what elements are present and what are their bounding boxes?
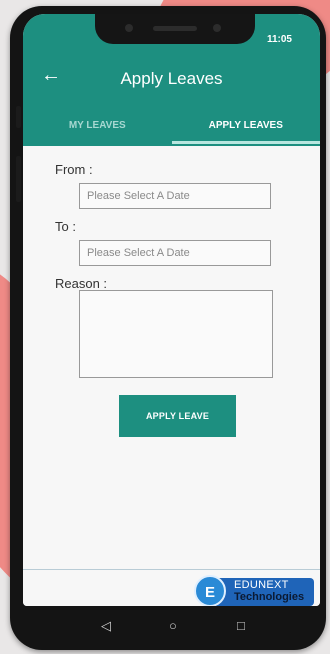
nav-home-icon[interactable]: ○ (169, 618, 177, 633)
edunext-logo-icon: E (194, 575, 226, 606)
phone-side-button (16, 106, 21, 128)
system-nav-bar: ◁ ○ □ (23, 606, 320, 650)
sensor-icon (213, 24, 221, 32)
nav-back-icon[interactable]: ◁ (101, 618, 111, 634)
reason-label: Reason : (55, 276, 108, 291)
apply-leave-form: From : To : Reason : APPLY LEAVE (23, 146, 320, 570)
brand-name: EDUNEXT (234, 579, 289, 591)
phone-screen: 11:05 ← Apply Leaves MY LEAVES APPLY LEA… (23, 14, 320, 606)
from-date-input[interactable] (79, 183, 271, 209)
apply-leave-button[interactable]: APPLY LEAVE (119, 395, 236, 437)
tab-my-leaves[interactable]: MY LEAVES (23, 108, 172, 146)
footer-bar: E EDUNEXT Technologies (23, 569, 320, 606)
from-label: From : (55, 162, 93, 177)
phone-side-button (16, 156, 21, 202)
camera-notch (95, 14, 255, 44)
app-bar: ← Apply Leaves (23, 52, 320, 108)
nav-recents-icon[interactable]: □ (237, 618, 245, 633)
tab-bar: MY LEAVES APPLY LEAVES (23, 108, 320, 146)
brand-subtitle: Technologies (234, 591, 305, 603)
tab-apply-leaves[interactable]: APPLY LEAVES (171, 108, 321, 146)
reason-textarea[interactable] (79, 290, 273, 378)
to-label: To : (55, 219, 76, 234)
to-date-input[interactable] (79, 240, 271, 266)
brand-logo: E EDUNEXT Technologies (194, 575, 314, 606)
camera-icon (125, 24, 133, 32)
status-time: 11:05 (266, 34, 292, 45)
page-title: Apply Leaves (120, 69, 223, 88)
speaker-grille (153, 26, 197, 31)
status-bar: 11:05 (23, 14, 320, 52)
phone-frame: 11:05 ← Apply Leaves MY LEAVES APPLY LEA… (10, 6, 326, 650)
